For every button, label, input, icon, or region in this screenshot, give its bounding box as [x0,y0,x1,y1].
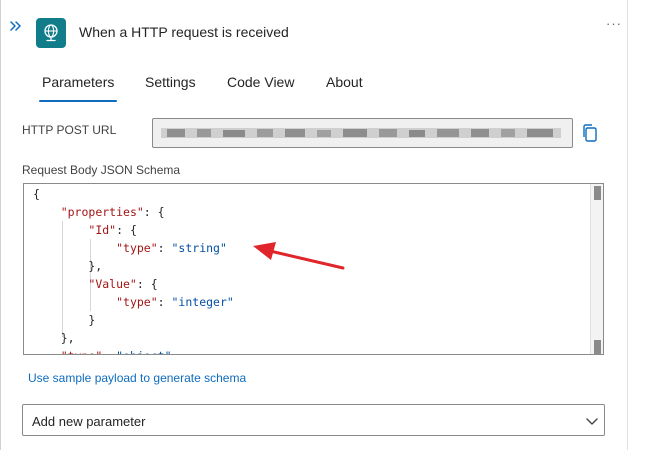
tab-about[interactable]: About [326,64,363,102]
panel-right-border [627,0,628,450]
trigger-title: When a HTTP request is received [79,24,289,40]
http-post-url-field[interactable] [152,118,573,148]
panel-left-border [0,0,1,450]
schema-editor[interactable]: { "properties": { "Id": { "type": "strin… [23,183,604,355]
chevron-down-icon [585,414,599,428]
use-sample-payload-link[interactable]: Use sample payload to generate schema [28,371,246,385]
schema-code: { "properties": { "Id": { "type": "strin… [33,187,234,354]
copy-url-icon[interactable] [581,123,599,143]
expand-chevrons-icon[interactable] [8,18,24,34]
globe-icon [36,18,66,48]
editor-scrollbar[interactable] [590,184,603,354]
scrollbar-thumb-end [594,340,601,354]
request-body-schema-label: Request Body JSON Schema [22,163,181,177]
tab-parameters[interactable]: Parameters [42,64,114,102]
scrollbar-thumb[interactable] [594,186,601,200]
tab-settings[interactable]: Settings [145,64,196,102]
add-new-parameter-dropdown[interactable]: Add new parameter [22,404,605,436]
active-tab-indicator [39,100,117,102]
tab-code-view[interactable]: Code View [227,64,294,102]
redacted-url-blur [161,128,561,138]
http-post-url-label: HTTP POST URL [22,123,117,137]
more-options-icon[interactable]: ··· [606,17,622,34]
add-new-parameter-placeholder: Add new parameter [32,414,146,429]
